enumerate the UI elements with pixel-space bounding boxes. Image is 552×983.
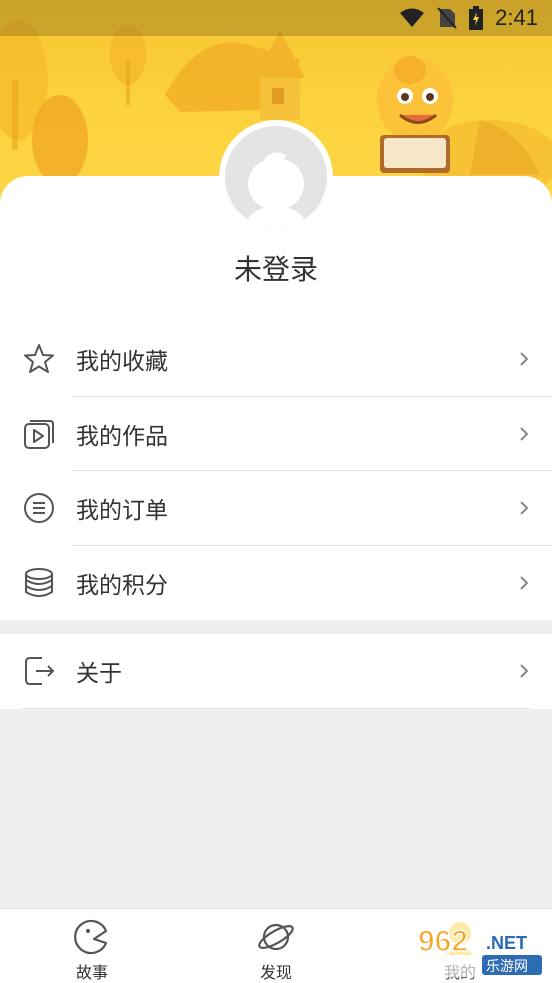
tab-label: 故事: [75, 963, 108, 982]
default-avatar-icon: [225, 126, 327, 228]
exit-icon: [22, 654, 56, 688]
menu-item-points[interactable]: 我的积分: [0, 546, 552, 621]
watermark-suffix: .NET: [486, 933, 527, 953]
menu-item-favorites[interactable]: 我的收藏: [0, 322, 552, 397]
coin-stack-icon: [22, 566, 56, 600]
chevron-right-icon: [518, 350, 530, 368]
planet-icon: [256, 917, 296, 957]
site-watermark: 962 .NET 乐游网: [412, 917, 546, 977]
avatar[interactable]: [219, 120, 333, 234]
profile-menu: 我的收藏 我的作品 我的订单 我的积分: [0, 322, 552, 620]
menu-item-label: 我的收藏: [76, 349, 168, 376]
menu-item-works[interactable]: 我的作品: [0, 397, 552, 471]
tab-label: 发现: [259, 963, 292, 982]
watermark-number: 962: [418, 925, 468, 958]
menu-item-orders[interactable]: 我的订单: [0, 471, 552, 546]
divider: [22, 707, 530, 709]
wifi-icon: [399, 8, 425, 28]
star-icon: [22, 342, 56, 376]
tab-story[interactable]: 故事: [32, 909, 152, 983]
menu-item-label: 我的积分: [76, 572, 168, 599]
chevron-right-icon: [518, 662, 530, 680]
story-icon: [72, 917, 112, 957]
chevron-right-icon: [518, 499, 530, 517]
status-time: 2:41: [495, 5, 538, 30]
menu-item-about[interactable]: 关于: [0, 634, 552, 709]
menu-item-label: 我的订单: [76, 498, 168, 525]
no-sim-icon: [437, 7, 457, 29]
list-circle-icon: [22, 491, 56, 525]
chevron-right-icon: [518, 574, 530, 592]
battery-charging-icon: [469, 6, 484, 30]
menu-item-label: 我的作品: [76, 423, 168, 450]
watermark-text: 乐游网: [486, 959, 528, 975]
about-section: 关于: [0, 634, 552, 709]
chevron-right-icon: [518, 425, 530, 443]
tab-discover[interactable]: 发现: [216, 909, 336, 983]
username-label[interactable]: 未登录: [0, 248, 552, 288]
section-gap: [0, 620, 552, 634]
video-stack-icon: [22, 417, 56, 451]
status-bar: 2:41: [0, 0, 552, 36]
menu-item-label: 关于: [76, 661, 122, 688]
